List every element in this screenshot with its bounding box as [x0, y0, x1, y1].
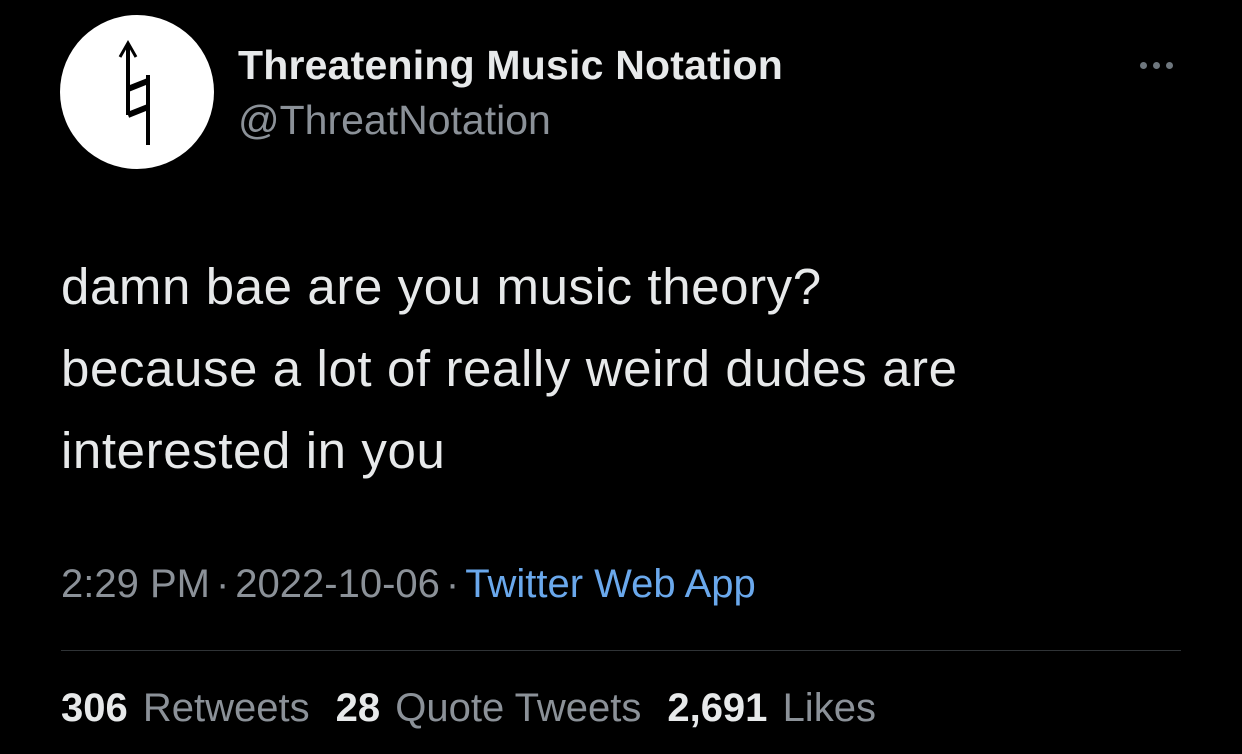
tweet-time[interactable]: 2:29 PM — [61, 562, 210, 606]
author-display-name[interactable]: Threatening Music Notation — [238, 42, 783, 89]
likes-label: Likes — [782, 686, 876, 730]
retweets-label: Retweets — [142, 686, 310, 730]
tweet-text: damn bae are you music theory? because a… — [61, 246, 1211, 492]
more-dots-icon — [1165, 61, 1173, 69]
retweets-count: 306 — [61, 686, 128, 730]
tweet: Threatening Music Notation @ThreatNotati… — [0, 0, 1242, 754]
tweet-date[interactable]: 2022-10-06 — [235, 562, 440, 606]
quote-tweets-count: 28 — [335, 686, 381, 730]
divider — [61, 650, 1181, 651]
tweet-text-line: because a lot of really weird dudes are — [61, 340, 958, 397]
avatar[interactable] — [60, 15, 214, 169]
tweet-text-line: interested in you — [61, 422, 446, 479]
tweet-meta: 2:29 PM · 2022-10-06 · Twitter Web App — [61, 562, 756, 607]
quote-tweets-label: Quote Tweets — [395, 686, 642, 730]
tweet-source-link[interactable]: Twitter Web App — [465, 562, 756, 606]
likes-count: 2,691 — [667, 686, 768, 730]
meta-separator: · — [445, 562, 460, 606]
more-dots-icon — [1139, 61, 1147, 69]
tweet-text-line: damn bae are you music theory? — [61, 258, 822, 315]
meta-separator: · — [215, 562, 230, 606]
arrow-natural-sign-icon — [118, 39, 150, 145]
likes-stat[interactable]: 2,691 Likes — [667, 686, 876, 731]
tweet-stats: 306 Retweets 28 Quote Tweets 2,691 Likes — [61, 686, 876, 731]
author-handle[interactable]: @ThreatNotation — [238, 97, 551, 144]
quote-tweets-stat[interactable]: 28 Quote Tweets — [336, 686, 642, 731]
retweets-stat[interactable]: 306 Retweets — [61, 686, 310, 731]
more-dots-icon — [1152, 61, 1160, 69]
more-options-button[interactable] — [1128, 50, 1184, 80]
